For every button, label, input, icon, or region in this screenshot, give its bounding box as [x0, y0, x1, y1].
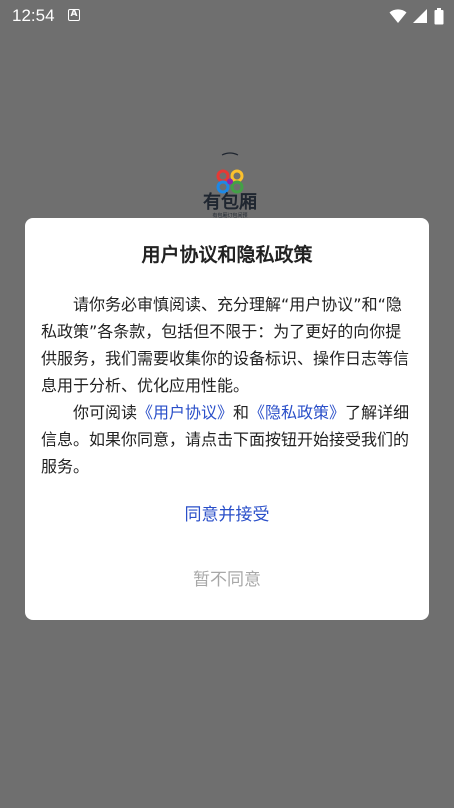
- agree-button[interactable]: 同意并接受: [25, 498, 429, 530]
- navigation-bar: [0, 800, 454, 808]
- status-bar: 12:54 A: [0, 0, 454, 32]
- dialog-title: 用户协议和隐私政策: [141, 244, 313, 266]
- dialog-paragraph-2: 你可阅读《用户协议》和《隐私政策》了解详细信息。如果你同意，请点击下面按钮开始接…: [41, 399, 413, 480]
- notification-a-icon: A: [68, 9, 80, 21]
- cell-signal-icon: [413, 9, 427, 23]
- status-icons: [389, 6, 444, 26]
- logo-flower-icon: [216, 152, 244, 194]
- disagree-button[interactable]: 暂不同意: [25, 563, 429, 595]
- dialog-body: 请你务必审慎阅读、充分理解“用户协议”和“隐私政策”各条款，包括但不限于：为了更…: [41, 291, 413, 480]
- privacy-dialog: 用户协议和隐私政策 请你务必审慎阅读、充分理解“用户协议”和“隐私政策”各条款，…: [25, 218, 429, 620]
- privacy-policy-link[interactable]: 《隐私政策》: [249, 403, 345, 422]
- wifi-icon: [389, 9, 407, 23]
- paragraph-2-prefix: 你可阅读: [73, 403, 138, 422]
- app-logo: 有包厢 有包厢订包间预: [190, 150, 270, 220]
- status-time: 12:54: [12, 6, 55, 25]
- paragraph-2-and: 和: [233, 403, 250, 422]
- dialog-paragraph-1: 请你务必审慎阅读、充分理解“用户协议”和“隐私政策”各条款，包括但不限于：为了更…: [41, 295, 410, 395]
- app-name: 有包厢: [203, 192, 257, 213]
- user-agreement-link[interactable]: 《用户协议》: [137, 403, 233, 422]
- battery-icon: [434, 7, 444, 24]
